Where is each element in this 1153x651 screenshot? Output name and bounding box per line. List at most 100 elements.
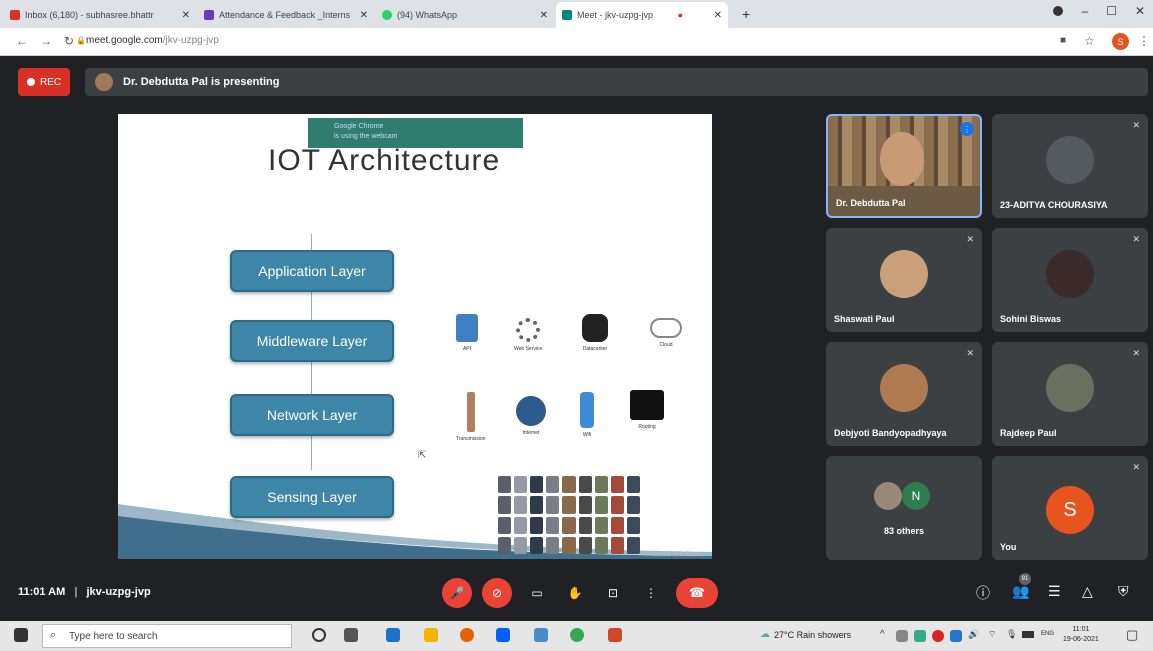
file-explorer-icon[interactable] — [424, 628, 438, 642]
internet-icon: Internet — [516, 396, 546, 436]
reload-icon[interactable]: ↻ — [64, 34, 74, 48]
chrome-icon[interactable] — [570, 628, 584, 642]
participant-tile[interactable]: ⋮ Dr. Debdutta Pal — [826, 114, 982, 218]
camera-icon[interactable]: ■ — [1060, 35, 1066, 46]
edge-icon[interactable] — [386, 628, 400, 642]
star-icon[interactable]: ☆ — [1084, 34, 1095, 48]
tab-meet[interactable]: Meet - jkv-uzpg-jvp ● ✕ — [556, 2, 728, 28]
close-window-button[interactable]: ✕ — [1135, 4, 1145, 18]
sensor-device-thumbnail — [514, 516, 528, 534]
search-icon: ⌕ — [50, 629, 57, 641]
raise-hand-button[interactable]: ✋ — [560, 578, 590, 608]
tray-icon[interactable] — [950, 630, 962, 642]
language-indicator[interactable]: ENG — [1041, 631, 1054, 637]
mic-off-icon: ✕ — [966, 234, 974, 244]
taskbar-search-input[interactable]: Type here to search — [42, 624, 292, 648]
weather-text[interactable]: 27°C Rain showers — [774, 630, 851, 640]
sensor-device-thumbnail — [610, 516, 624, 534]
info-icon[interactable]: ⓘ — [976, 583, 990, 603]
host-controls-icon[interactable]: ⛨ — [1118, 583, 1129, 600]
taskbar-clock[interactable]: 11:01 19-06-2021 — [1063, 625, 1099, 645]
others-count: 83 others — [883, 526, 925, 536]
participant-tile[interactable]: ✕ Rajdeep Paul — [992, 342, 1148, 446]
close-icon[interactable]: ✕ — [354, 10, 368, 21]
self-tile[interactable]: ✕ S You — [992, 456, 1148, 560]
mic-off-icon: ✕ — [1132, 348, 1140, 358]
cortana-icon[interactable] — [312, 628, 326, 642]
wifi-icon: Wifi — [580, 392, 594, 438]
tab-search-icon[interactable] — [1053, 6, 1064, 16]
volume-icon[interactable]: 🔊 — [968, 629, 979, 640]
sensor-device-thumbnail — [498, 536, 512, 554]
windows-taskbar: Type here to search ⌕ ☁ 27°C Rain shower… — [0, 621, 1153, 651]
more-options-button[interactable]: ⋮ — [636, 578, 666, 608]
new-tab-button[interactable]: + — [742, 6, 750, 22]
tray-icon[interactable] — [896, 630, 908, 642]
powerpoint-icon[interactable] — [608, 628, 622, 642]
present-button[interactable]: ⊡ — [598, 578, 628, 608]
sensor-device-thumbnail — [514, 536, 528, 554]
profile-avatar[interactable]: S — [1112, 33, 1129, 50]
sensor-device-thumbnail — [578, 536, 592, 554]
back-icon[interactable]: ← — [16, 34, 28, 48]
participant-tile[interactable]: ✕ Sohini Biswas — [992, 228, 1148, 332]
sensor-device-thumbnail — [594, 476, 608, 494]
whatsapp-icon — [382, 10, 392, 20]
sensor-device-thumbnail — [626, 496, 640, 514]
rec-dot-icon — [26, 78, 35, 86]
network-icon[interactable]: ⌔ — [988, 629, 996, 640]
tab-attendance[interactable]: Attendance & Feedback _Interns ✕ — [198, 2, 374, 28]
notifications-icon[interactable]: ▢ — [1126, 627, 1138, 643]
sensor-device-thumbnail — [530, 516, 544, 534]
camera-toggle-button[interactable]: ⊘ — [482, 578, 512, 608]
forms-icon — [204, 10, 214, 20]
close-icon[interactable]: ✕ — [708, 10, 722, 21]
avatar — [1046, 363, 1094, 412]
task-view-icon[interactable] — [344, 628, 358, 642]
sensor-device-thumbnail — [562, 516, 576, 534]
chat-icon[interactable]: ☰ — [1048, 583, 1061, 600]
mic-tray-icon[interactable]: 🎙 — [1006, 629, 1017, 640]
tab-title: (94) WhatsApp — [397, 10, 458, 20]
menu-icon[interactable]: ⋮ — [1138, 34, 1150, 48]
store-icon[interactable] — [534, 628, 548, 642]
forward-icon[interactable]: → — [40, 34, 52, 48]
avatar — [874, 482, 902, 510]
tab-gmail[interactable]: Inbox (6,180) - subhasree.bhattr ✕ — [4, 2, 196, 28]
sensor-device-thumbnail — [610, 476, 624, 494]
people-icon[interactable]: 👥 — [1012, 583, 1029, 600]
tray-icon[interactable] — [914, 630, 926, 642]
close-icon[interactable]: ✕ — [534, 10, 548, 21]
tab-whatsapp[interactable]: (94) WhatsApp ✕ — [376, 2, 554, 28]
url-field[interactable]: meet.google.com/jkv-uzpg-jvp — [86, 35, 219, 46]
routing-icon: Routing — [630, 390, 664, 430]
windows-start-icon[interactable] — [14, 628, 28, 642]
leave-call-button[interactable]: ☎ — [676, 578, 718, 608]
close-icon[interactable]: ✕ — [176, 10, 190, 21]
battery-icon[interactable] — [1022, 631, 1034, 638]
captions-button[interactable]: ▭ — [522, 578, 552, 608]
sensor-device-thumbnail — [530, 536, 544, 554]
sensor-device-thumbnail — [514, 496, 528, 514]
dropbox-icon[interactable] — [496, 628, 510, 642]
sensor-device-thumbnail — [594, 496, 608, 514]
avatar — [880, 363, 928, 412]
participant-tile[interactable]: ✕ Debjyoti Bandyopadhyaya — [826, 342, 982, 446]
meet-window: REC Dr. Debdutta Pal is presenting Googl… — [0, 56, 1153, 621]
datacenter-icon: Datacenter — [582, 314, 608, 352]
activities-icon[interactable]: △ — [1082, 583, 1093, 600]
mic-off-icon: ✕ — [966, 348, 974, 358]
api-icon: API — [456, 314, 478, 352]
mic-toggle-button[interactable]: 🎤 — [442, 578, 472, 608]
tray-chevron-icon[interactable]: ^ — [880, 629, 885, 640]
participant-tile[interactable]: ✕ 23-ADITYA CHOURASIYA — [992, 114, 1148, 218]
minimize-button[interactable]: – — [1081, 4, 1088, 18]
layer-network: Network Layer — [230, 394, 394, 436]
firefox-icon[interactable] — [460, 628, 474, 642]
participant-tile[interactable]: ✕ Shaswati Paul — [826, 228, 982, 332]
maximize-button[interactable]: ☐ — [1106, 4, 1117, 18]
address-bar: ← → ↻ 🔒 meet.google.com/jkv-uzpg-jvp ■ ☆… — [0, 28, 1153, 56]
others-tile[interactable]: N 83 others — [826, 456, 982, 560]
tray-icon[interactable] — [932, 630, 944, 642]
meeting-info: 11:01 AM | jkv-uzpg-jvp — [18, 586, 151, 598]
